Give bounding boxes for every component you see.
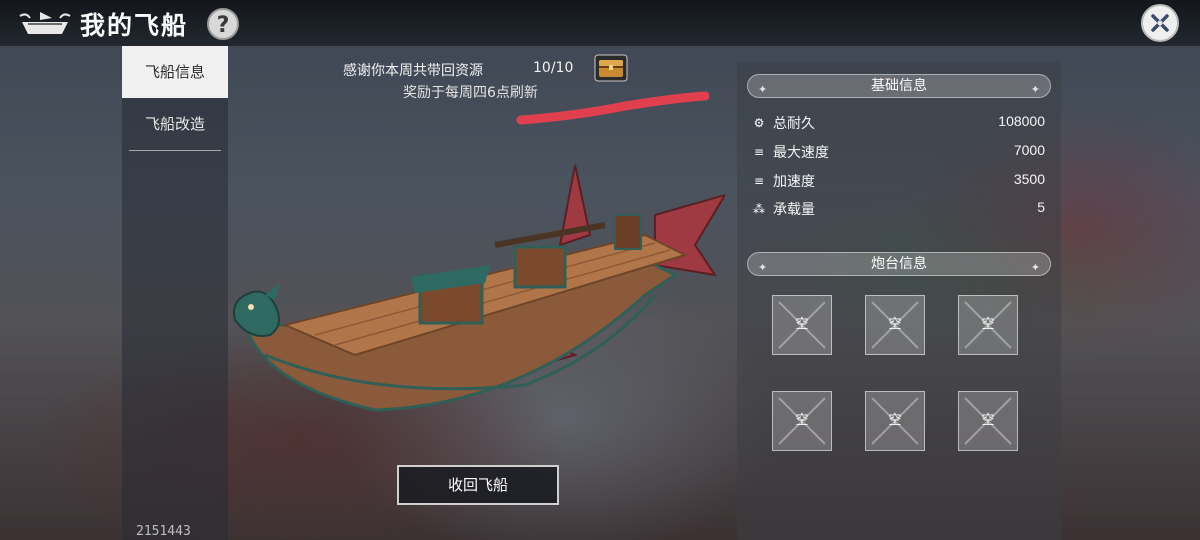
close-button[interactable] (1141, 4, 1179, 42)
diamond-icon: ✦ (1030, 261, 1040, 274)
diamond-icon: ✦ (1030, 83, 1040, 96)
info-panel: ✦ 基础信息 ✦ ⚙ 总耐久 108000 ≡ 最大速度 7000 ≡ 加速度 … (737, 62, 1061, 540)
stat-row-durability: ⚙ 总耐久 108000 (751, 112, 1045, 134)
top-bar: 我的飞船 ? (0, 0, 1200, 46)
speed-icon: ≡ (753, 145, 765, 159)
stat-row-acceleration: ≡ 加速度 3500 (751, 170, 1045, 192)
turret-slot[interactable]: 空 (958, 295, 1018, 355)
turret-slot[interactable]: 空 (958, 391, 1018, 451)
stat-row-max-speed: ≡ 最大速度 7000 (751, 141, 1045, 163)
tab-airship-upgrade[interactable]: 飞船改造 (122, 98, 228, 150)
basic-info-header: ✦ 基础信息 ✦ (747, 74, 1051, 98)
reward-text: 感谢你本周共带回资源 (343, 63, 483, 79)
red-scribble-mark (516, 91, 710, 125)
airship-model (233, 164, 725, 412)
turret-slot[interactable]: 空 (772, 391, 832, 451)
gear-icon: ⚙ (753, 116, 765, 130)
stat-row-capacity: ⁂ 承载量 5 (753, 199, 1045, 218)
turret-slot[interactable]: 空 (865, 295, 925, 355)
airship-logo-icon (19, 12, 71, 34)
acceleration-icon: ≡ (753, 174, 765, 188)
turret-slot[interactable]: 空 (865, 391, 925, 451)
capacity-icon: ⁂ (753, 202, 765, 216)
diamond-icon: ✦ (758, 261, 768, 274)
sidebar: 飞船信息 飞船改造 (122, 46, 228, 540)
tab-divider (129, 150, 221, 151)
turret-slot[interactable]: 空 (772, 295, 832, 355)
page-title: 我的飞船 (80, 11, 189, 40)
help-button[interactable]: ? (207, 8, 239, 40)
close-icon (1151, 14, 1169, 32)
diamond-icon: ✦ (758, 83, 768, 96)
reward-count: 10/10 (533, 60, 574, 76)
build-id: 2151443 (136, 524, 191, 539)
treasure-chest-icon[interactable] (594, 54, 628, 82)
recall-airship-button[interactable]: 收回飞船 (397, 465, 559, 505)
tab-airship-info[interactable]: 飞船信息 (122, 46, 228, 98)
turret-info-header: ✦ 炮台信息 ✦ (747, 252, 1051, 276)
